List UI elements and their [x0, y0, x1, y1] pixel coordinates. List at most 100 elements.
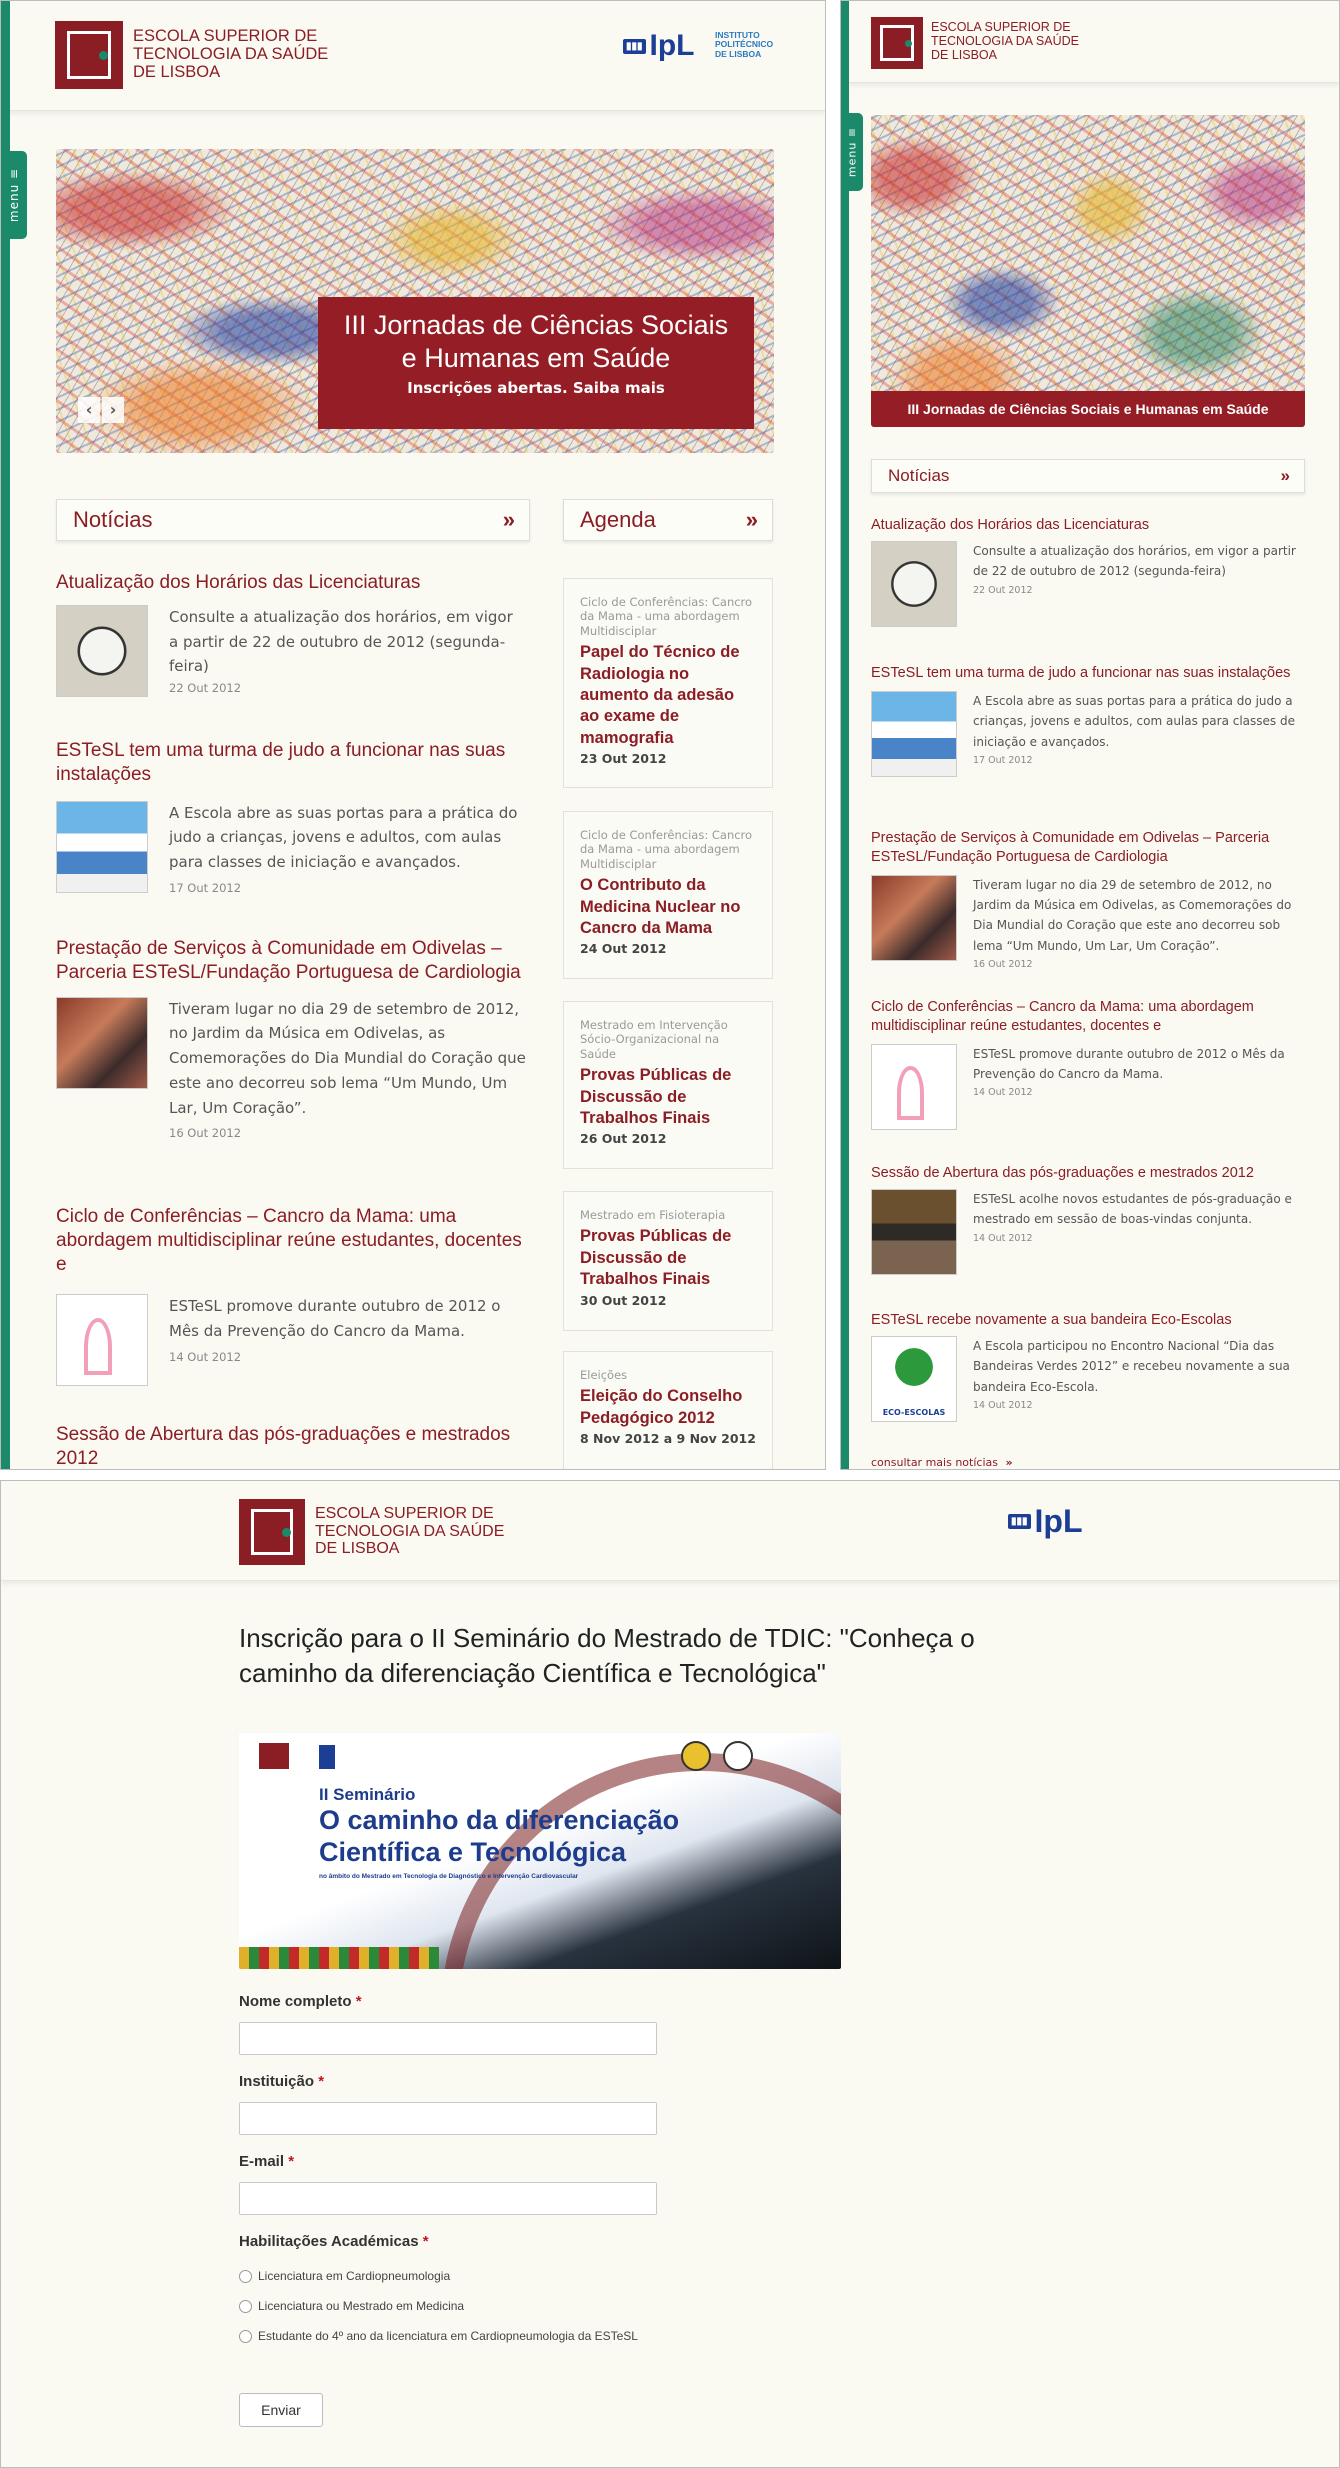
news-date: 16 Out 2012: [169, 1126, 242, 1141]
radio-button[interactable]: [239, 2299, 252, 2313]
site-header: ESCOLA SUPERIOR DE TECNOLOGIA DA SAÚDE D…: [841, 1, 1339, 83]
menu-toggle-button[interactable]: menu ≡: [1, 151, 27, 239]
news-thumbnail[interactable]: [871, 1043, 957, 1130]
news-date: 17 Out 2012: [973, 755, 1033, 767]
news-title[interactable]: Ciclo de Conferências – Cancro da Mama: …: [871, 998, 1307, 1036]
agenda-item[interactable]: Mestrado em Fisioterapia Provas Públicas…: [563, 1191, 773, 1331]
next-arrow-icon[interactable]: ›: [102, 397, 124, 423]
news-title[interactable]: Sessão de Abertura das pós-graduações e …: [871, 1164, 1307, 1183]
agenda-section-header[interactable]: Agenda »: [563, 499, 773, 541]
news-item[interactable]: ESTeSL recebe novamente a sua bandeira E…: [871, 1311, 1307, 1422]
news-section-header[interactable]: Notícias »: [871, 459, 1305, 493]
news-item[interactable]: ESTeSL tem uma turma de judo a funcionar…: [56, 739, 526, 895]
news-thumbnail[interactable]: [871, 1335, 957, 1422]
news-section-header[interactable]: Notícias »: [56, 499, 530, 541]
news-item[interactable]: Ciclo de Conferências – Cancro da Mama: …: [871, 998, 1307, 1130]
banner-estesl-logo-icon: [259, 1743, 289, 1769]
news-excerpt: A Escola participou no Encontro Nacional…: [973, 1338, 1290, 1394]
full-name-input[interactable]: [239, 2022, 657, 2055]
news-date: 14 Out 2012: [973, 1232, 1033, 1244]
estesl-logo-icon[interactable]: [871, 17, 923, 69]
agenda-item[interactable]: Ciclo de Conferências: Cancro da Mama - …: [563, 811, 773, 979]
news-item[interactable]: Prestação de Serviços à Comunidade em Od…: [871, 829, 1307, 970]
news-item[interactable]: Prestação de Serviços à Comunidade em Od…: [56, 937, 526, 1140]
news-title[interactable]: ESTeSL tem uma turma de judo a funcionar…: [56, 739, 526, 787]
news-item[interactable]: ESTeSL tem uma turma de judo a funcionar…: [871, 664, 1307, 777]
ipl-bars-icon: ▮▮▮: [623, 38, 646, 54]
agenda-title[interactable]: Provas Públicas de Discussão de Trabalho…: [580, 1226, 756, 1290]
news-title[interactable]: ESTeSL tem uma turma de judo a funcionar…: [871, 664, 1307, 683]
news-thumbnail[interactable]: [56, 996, 148, 1089]
news-excerpt: ESTeSL acolhe novos estudantes de pós-gr…: [973, 1191, 1292, 1227]
radio-option[interactable]: Licenciatura ou Mestrado em Medicina: [239, 2299, 464, 2313]
radio-button[interactable]: [239, 2329, 252, 2343]
hero-title: III Jornadas de Ciências Sociais e Human…: [343, 310, 729, 373]
news-title[interactable]: Prestação de Serviços à Comunidade em Od…: [871, 829, 1307, 867]
news-item[interactable]: Atualização dos Horários das Licenciatur…: [871, 516, 1307, 627]
registration-form-panel: ESCOLA SUPERIOR DE TECNOLOGIA DA SAÚDE D…: [0, 1480, 1340, 2468]
form-title: Inscrição para o II Seminário do Mestrad…: [239, 1623, 975, 1689]
news-date: 22 Out 2012: [973, 584, 1033, 596]
news-excerpt: Tiveram lugar no dia 29 de setembro de 2…: [169, 999, 526, 1117]
agenda-title[interactable]: Papel do Técnico de Radiologia no aument…: [580, 642, 756, 749]
agenda-date: 30 Out 2012: [580, 1292, 667, 1308]
agenda-category: Ciclo de Conferências: Cancro da Mama - …: [580, 595, 753, 638]
agenda-item[interactable]: Mestrado em Intervenção Sócio-Organizaci…: [563, 1001, 773, 1169]
submit-button[interactable]: Enviar: [239, 2393, 323, 2427]
agenda-item[interactable]: Eleições Eleição do Conselho Pedagógico …: [563, 1351, 773, 1469]
news-title[interactable]: Sessão de Abertura das pós-graduações e …: [56, 1423, 526, 1469]
news-item[interactable]: Sessão de Abertura das pós-graduações e …: [871, 1164, 1307, 1275]
site-header: ESCOLA SUPERIOR DE TECNOLOGIA DA SAÚDE D…: [1, 1, 825, 111]
radio-button[interactable]: [239, 2269, 252, 2283]
hero-caption[interactable]: III Jornadas de Ciências Sociais e Human…: [318, 297, 754, 429]
news-thumbnail[interactable]: [871, 690, 957, 777]
hero-slider[interactable]: III Jornadas de Ciências Sociais e Human…: [871, 115, 1305, 427]
news-thumbnail[interactable]: [871, 540, 957, 627]
radio-option[interactable]: Licenciatura em Cardiopneumologia: [239, 2269, 450, 2283]
institution-input[interactable]: [239, 2102, 657, 2135]
ipl-logo[interactable]: ▮▮▮ IpL: [1008, 1503, 1083, 1540]
estesl-logo-icon[interactable]: [239, 1499, 305, 1565]
email-input[interactable]: [239, 2182, 657, 2215]
news-title[interactable]: Prestação de Serviços à Comunidade em Od…: [56, 937, 526, 985]
agenda-date: 8 Nov 2012 a 9 Nov 2012: [580, 1431, 756, 1447]
news-title[interactable]: ESTeSL recebe novamente a sua bandeira E…: [871, 1311, 1307, 1330]
news-thumbnail[interactable]: [56, 1294, 148, 1387]
seminar-banner: II Seminário O caminho da diferenciação …: [239, 1733, 841, 1969]
news-excerpt: ESTeSL promove durante outubro de 2012 o…: [169, 1297, 501, 1340]
banner-seal-icon: [723, 1741, 753, 1771]
radio-option[interactable]: Estudante do 4º ano da licenciatura em C…: [239, 2329, 638, 2343]
agenda-date: 23 Out 2012: [580, 751, 667, 767]
prev-arrow-icon[interactable]: ‹: [78, 397, 100, 423]
site-header: ESCOLA SUPERIOR DE TECNOLOGIA DA SAÚDE D…: [1, 1481, 1339, 1581]
agenda-title[interactable]: O Contributo da Medicina Nuclear no Canc…: [580, 875, 756, 939]
news-title[interactable]: Ciclo de Conferências – Cancro da Mama: …: [56, 1205, 526, 1276]
more-news-link[interactable]: consultar mais notícias »: [871, 1456, 1013, 1469]
qualifications-label: Habilitações Académicas *: [239, 2233, 429, 2250]
news-thumbnail[interactable]: [871, 874, 957, 961]
news-thumbnail[interactable]: [871, 1188, 957, 1275]
news-excerpt: Consulte a atualização dos horários, em …: [973, 543, 1296, 579]
news-thumbnail[interactable]: [56, 604, 148, 697]
estesl-logo-icon[interactable]: [55, 21, 123, 89]
news-item[interactable]: Ciclo de Conferências – Cancro da Mama: …: [56, 1205, 526, 1387]
hero-arrows: ‹ ›: [78, 397, 124, 423]
news-item[interactable]: Sessão de Abertura das pós-graduações e …: [56, 1423, 526, 1469]
news-date: 14 Out 2012: [973, 1087, 1033, 1099]
news-more-icon[interactable]: »: [1281, 466, 1290, 486]
agenda-more-icon[interactable]: »: [746, 507, 758, 533]
agenda-title[interactable]: Provas Públicas de Discussão de Trabalho…: [580, 1065, 756, 1129]
more-news-arrow-icon: »: [1005, 1456, 1013, 1469]
menu-toggle-button[interactable]: menu ≡: [841, 113, 863, 191]
news-item[interactable]: Atualização dos Horários das Licenciatur…: [56, 571, 526, 697]
news-title[interactable]: Atualização dos Horários das Licenciatur…: [56, 571, 526, 595]
hero-slider[interactable]: III Jornadas de Ciências Sociais e Human…: [56, 149, 774, 453]
agenda-item[interactable]: Ciclo de Conferências: Cancro da Mama - …: [563, 578, 773, 788]
news-excerpt: A Escola abre as suas portas para a prát…: [973, 693, 1295, 749]
hero-caption[interactable]: III Jornadas de Ciências Sociais e Human…: [871, 391, 1305, 427]
news-title[interactable]: Atualização dos Horários das Licenciatur…: [871, 516, 1307, 535]
news-more-icon[interactable]: »: [503, 507, 515, 533]
agenda-title[interactable]: Eleição do Conselho Pedagógico 2012: [580, 1386, 756, 1429]
ipl-logo[interactable]: ▮▮▮ IpL: [623, 29, 695, 63]
news-thumbnail[interactable]: [56, 800, 148, 893]
